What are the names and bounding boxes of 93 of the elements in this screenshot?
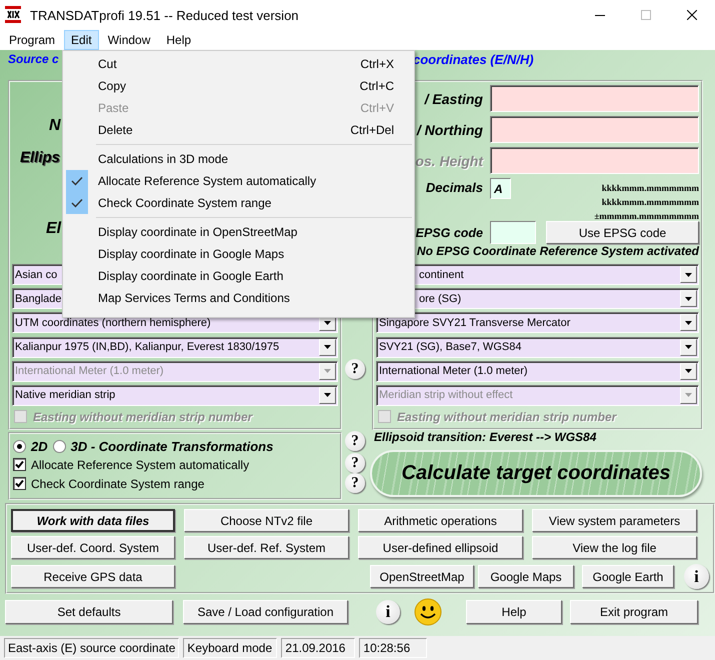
epsg-field[interactable] [490, 221, 536, 244]
action-button[interactable]: Work with data files [11, 509, 175, 532]
field-label: / Northing [416, 122, 483, 138]
info-button[interactable]: i [684, 564, 709, 589]
status-text: East-axis (E) source coordinate [4, 638, 180, 658]
check-icon [71, 176, 83, 186]
shortcut-label: Ctrl+V [360, 101, 395, 115]
action-button[interactable]: Receive GPS data [11, 565, 175, 588]
shortcut-label: Ctrl+X [360, 57, 395, 71]
menu-item[interactable]: Copy Ctrl+C [65, 75, 412, 97]
menu-item[interactable]: Allocate Reference System automatically [65, 170, 412, 192]
help-button[interactable]: ? [345, 453, 365, 473]
caret-icon [680, 314, 697, 332]
radio-label: 2D [31, 439, 48, 454]
action-button[interactable]: Help [466, 600, 562, 624]
menu-item[interactable]: Display coordinate in OpenStreetMap [65, 221, 412, 243]
help-button[interactable]: ? [345, 359, 365, 379]
menu-item[interactable]: Edit [64, 30, 99, 50]
check-icon [71, 198, 83, 208]
dropdown[interactable]: SVY21 (SG), Base7, WGS84 [376, 336, 699, 358]
radio-button[interactable] [52, 440, 66, 453]
section-title: coordinates (E/N/H) [413, 52, 534, 69]
decimals-field[interactable]: A [490, 178, 511, 199]
action-button[interactable]: Google Earth [582, 565, 674, 588]
action-button[interactable]: Arithmetic operations [358, 509, 523, 532]
format-hint: ±mmmmm.mmmmmmmm [594, 210, 699, 223]
field-label: Decimals [426, 179, 483, 197]
dropdown[interactable]: Native meridian strip [12, 384, 338, 406]
input-field[interactable] [490, 85, 699, 112]
input-field[interactable] [490, 147, 699, 174]
help-button[interactable]: ? [345, 473, 365, 493]
use-epsg-button[interactable]: Use EPSG code [546, 221, 699, 244]
action-button[interactable]: Google Maps [478, 565, 574, 588]
menu-item[interactable]: Cut Ctrl+X [65, 53, 412, 75]
menu-item[interactable]: Window [100, 30, 158, 50]
dropdown[interactable]: International Meter (1.0 meter) [376, 360, 699, 382]
caret-icon [680, 290, 697, 308]
menu-item[interactable]: Help [159, 30, 198, 50]
format-hint: kkkkmmm.mmmmmmm [602, 196, 699, 209]
close-icon[interactable] [687, 10, 697, 20]
menu-item[interactable]: Calculations in 3D mode [65, 148, 412, 170]
checkbox[interactable] [13, 458, 26, 471]
app-logo-icon [5, 6, 21, 24]
help-button[interactable]: ? [345, 431, 365, 451]
action-button[interactable]: Save / Load configuration [183, 600, 348, 624]
checkbox-label: Easting without meridian strip number [33, 410, 252, 424]
action-button[interactable]: User-def. Coord. System [11, 536, 175, 559]
format-hint: kkkkmmm.mmmmmmm [602, 182, 699, 195]
menu-item[interactable]: Program [2, 30, 62, 50]
info-button[interactable]: i [376, 600, 400, 624]
field-label: EPSG code [416, 224, 483, 242]
checkbox[interactable] [13, 477, 26, 490]
status-text: 10:28:56 [359, 638, 428, 658]
dropdown[interactable]: Kalianpur 1975 (IN,BD), Kalianpur, Everest 1830/1975 [12, 336, 338, 358]
action-button[interactable]: Set defaults [5, 600, 173, 624]
menu-item[interactable]: Delete Ctrl+Del [65, 119, 412, 141]
caret-icon [319, 362, 336, 380]
menu-item[interactable]: Check Coordinate System range [65, 192, 412, 214]
smiley-icon[interactable] [414, 598, 442, 626]
action-button[interactable]: OpenStreetMap [370, 565, 474, 588]
action-button[interactable]: View the log file [532, 536, 697, 559]
section-title: Source c [8, 52, 59, 68]
window-title: TRANSDATprofi 19.51 -- Reduced test version [30, 8, 300, 22]
caret-icon [680, 386, 697, 404]
dropdown[interactable]: Singapore SVY21 Transverse Mercator [376, 312, 699, 334]
action-button[interactable]: View system parameters [532, 509, 697, 532]
action-button[interactable]: User-def. Ref. System [184, 536, 349, 559]
calculate-button[interactable]: Calculate target coordinates [370, 450, 702, 497]
caret-icon [680, 362, 697, 380]
transition-text: Ellipsoid transition: Everest --> WGS84 [373, 430, 598, 446]
status-text: 21.09.2016 [281, 638, 356, 658]
menu-item[interactable]: Display coordinate in Google Maps [65, 243, 412, 265]
field-label: Ellips [20, 149, 60, 168]
shortcut-label: Ctrl+C [360, 79, 395, 93]
status-text: Keyboard mode [183, 638, 278, 658]
checkbox-label: Allocate Reference System automatically [31, 458, 250, 472]
caret-icon [319, 386, 336, 404]
field-label: El [46, 220, 62, 239]
shortcut-label: Ctrl+Del [350, 123, 395, 137]
checkbox-label: Easting without meridian strip number [397, 410, 616, 424]
field-label: / Easting [424, 90, 483, 106]
input-field[interactable] [490, 116, 699, 143]
caret-icon [680, 338, 697, 356]
action-button[interactable]: User-defined ellipsoid [358, 536, 523, 559]
caret-icon [680, 266, 697, 283]
radio-label: 3D - Coordinate Transformations [70, 439, 274, 454]
radio-button[interactable] [13, 440, 26, 453]
action-button[interactable]: Exit program [570, 600, 698, 624]
status-text: No EPSG Coordinate Reference System activated [416, 244, 699, 260]
checkbox-label: Check Coordinate System range [31, 476, 204, 490]
field-label: N [49, 117, 61, 136]
action-button[interactable]: Choose NTv2 file [184, 509, 349, 532]
caret-icon [319, 338, 336, 356]
